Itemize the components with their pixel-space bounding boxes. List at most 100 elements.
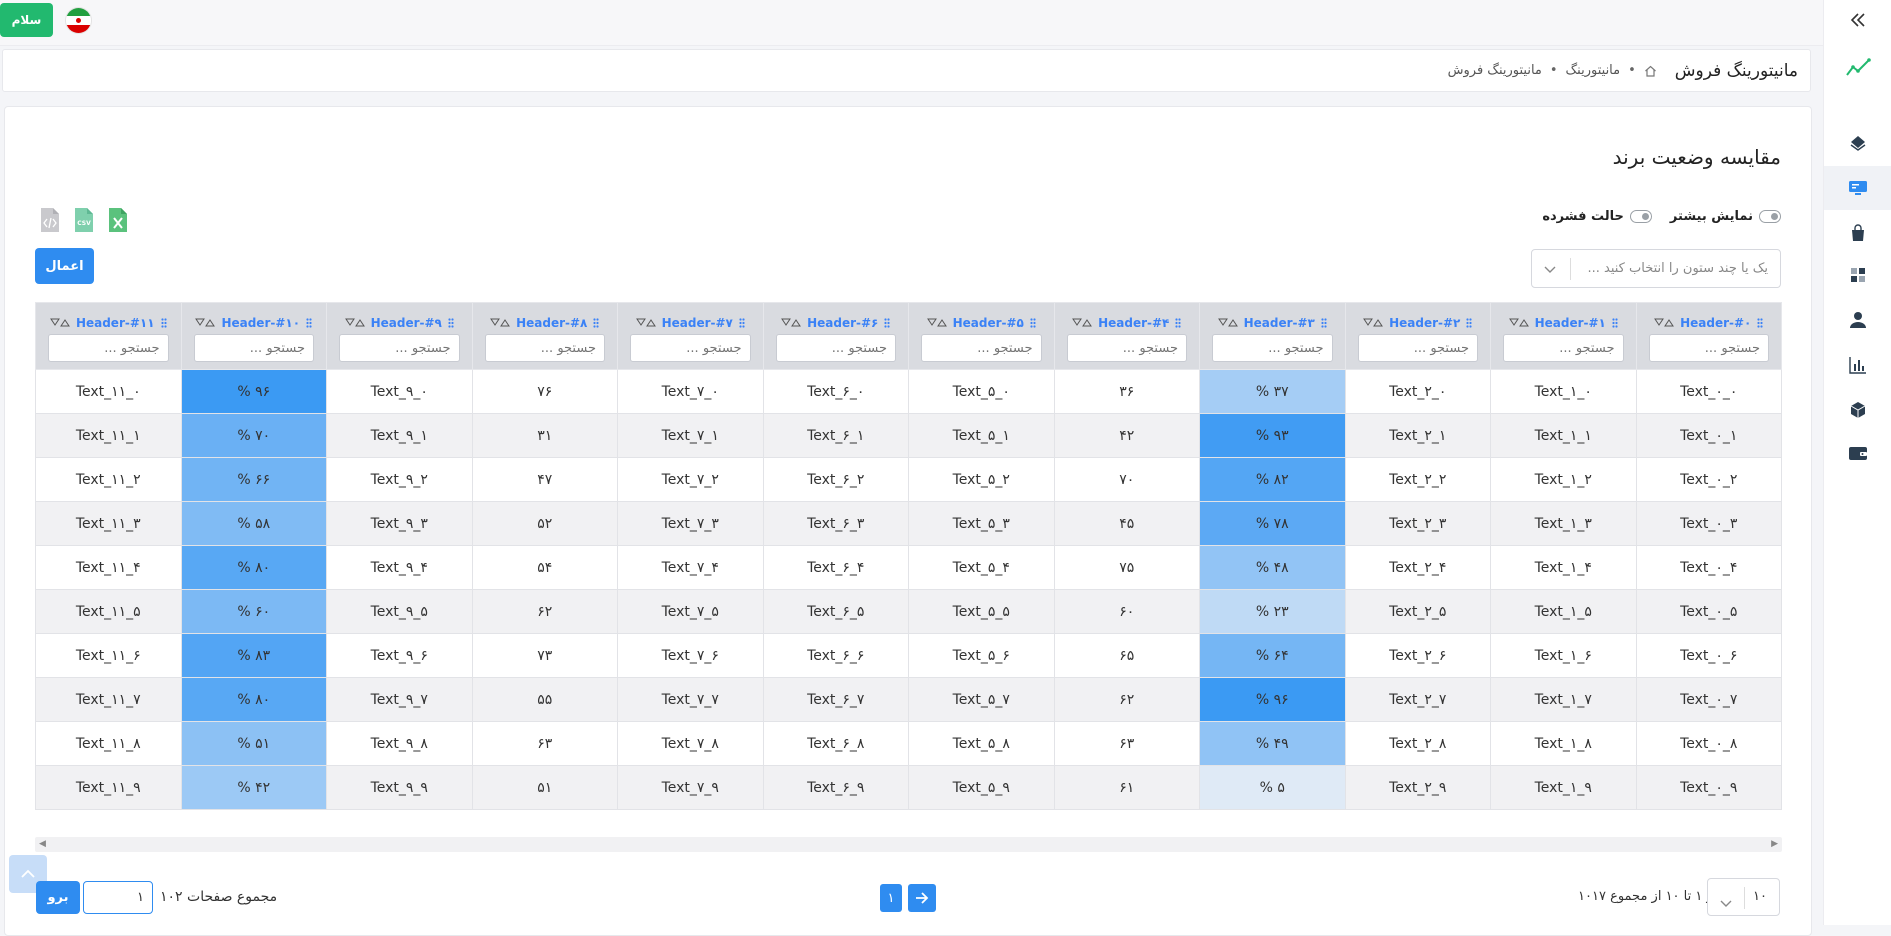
apply-button[interactable]: اعمال xyxy=(35,248,94,284)
iran-flag-icon[interactable] xyxy=(65,7,92,34)
sort-icon[interactable] xyxy=(781,318,802,327)
box-icon[interactable] xyxy=(1824,390,1891,430)
sort-icon[interactable] xyxy=(1363,318,1384,327)
scroll-right-icon[interactable]: ▶ xyxy=(1771,839,1778,849)
table-row[interactable]: Text_۰_۱ Text_۱_۱ Text_۲_۱ ۹۳ % ۴۲ Text_۵_۱ Te… xyxy=(35,413,1782,458)
drag-handle-icon[interactable] xyxy=(448,313,454,332)
drag-handle-icon[interactable] xyxy=(1757,313,1763,332)
per-page-select[interactable]: ۱۰ xyxy=(1707,878,1780,916)
table-row[interactable]: Text_۰_۴ Text_۱_۴ Text_۲_۴ ۴۸ % ۷۵ Text_۵_۴ Te… xyxy=(35,545,1782,590)
column-search-input[interactable] xyxy=(193,334,314,362)
column-header[interactable]: Header-#۱۰ xyxy=(180,302,327,370)
column-header[interactable]: Header-#۷ xyxy=(617,302,764,370)
column-search-input[interactable] xyxy=(1503,334,1624,362)
next-page-button[interactable] xyxy=(908,884,936,912)
drag-handle-icon[interactable] xyxy=(739,313,745,332)
drag-handle-icon[interactable] xyxy=(1321,313,1327,332)
column-header[interactable]: Header-#۵ xyxy=(908,302,1055,370)
breadcrumb-item[interactable]: مانیتورینگ xyxy=(1566,63,1621,78)
code-file-icon[interactable] xyxy=(39,206,61,234)
table-cell: Text_۱۱_۸ xyxy=(35,721,182,766)
table-cell: Text_۵_۸ xyxy=(908,721,1055,766)
sort-icon[interactable] xyxy=(635,318,656,327)
column-search-input[interactable] xyxy=(48,334,169,362)
table-cell: Text_۵_۰ xyxy=(908,369,1055,414)
table-row[interactable]: Text_۰_۹ Text_۱_۹ Text_۲_۹ ۵ % ۶۱ Text_۵_۹ Tex… xyxy=(35,765,1782,810)
goto-page-button[interactable]: برو xyxy=(36,881,80,914)
column-search-input[interactable] xyxy=(1357,334,1478,362)
collapse-chevrons-icon[interactable] xyxy=(1824,0,1891,40)
column-search-input[interactable] xyxy=(921,334,1042,362)
table-cell: Text_۲_۰ xyxy=(1344,369,1491,414)
drag-handle-icon[interactable] xyxy=(160,313,167,332)
column-select[interactable]: یک یا چند ستون را انتخاب کنید ... xyxy=(1531,249,1781,288)
drag-handle-icon[interactable] xyxy=(884,313,890,332)
drag-handle-icon[interactable] xyxy=(1175,313,1181,332)
drag-handle-icon[interactable] xyxy=(593,313,599,332)
horizontal-scrollbar[interactable]: ◀ ▶ xyxy=(35,837,1782,852)
column-header[interactable]: Header-#۲ xyxy=(1344,302,1491,370)
column-search-input[interactable] xyxy=(484,334,605,362)
column-header[interactable]: Header-#۸ xyxy=(471,302,618,370)
greeting-button[interactable]: سلام xyxy=(0,3,53,37)
wallet-icon[interactable] xyxy=(1824,433,1891,473)
sort-icon[interactable] xyxy=(926,318,947,327)
page-button-current[interactable]: ۱ xyxy=(880,884,902,912)
table-row[interactable]: Text_۰_۰ Text_۱_۰ Text_۲_۰ ۳۷ % ۳۶ Text_۵_۰ Te… xyxy=(35,369,1782,414)
column-search-input[interactable] xyxy=(1066,334,1187,362)
table-row[interactable]: Text_۰_۷ Text_۱_۷ Text_۲_۷ ۹۶ % ۶۲ Text_۵_۷ Te… xyxy=(35,677,1782,722)
sort-icon[interactable] xyxy=(50,318,70,327)
table-row[interactable]: Text_۰_۵ Text_۱_۵ Text_۲_۵ ۲۳ % ۶۰ Text_۵_۵ Te… xyxy=(35,589,1782,634)
user-icon[interactable] xyxy=(1824,300,1891,340)
column-search-input[interactable] xyxy=(630,334,751,362)
column-header[interactable]: Header-#۹ xyxy=(326,302,473,370)
table-cell: ۷۰ xyxy=(1053,457,1200,502)
drag-handle-icon[interactable] xyxy=(1612,313,1618,332)
column-header[interactable]: Header-#۳ xyxy=(1199,302,1346,370)
shopping-bag-icon[interactable] xyxy=(1824,213,1891,253)
toggle-show-more[interactable]: نمایش بیشتر xyxy=(1670,209,1781,224)
column-header[interactable]: Header-#۱۱ xyxy=(35,302,182,370)
column-header[interactable]: Header-#۶ xyxy=(762,302,909,370)
column-search-input[interactable] xyxy=(1212,334,1333,362)
column-header[interactable]: Header-#۰ xyxy=(1635,302,1782,370)
trend-line-icon[interactable] xyxy=(1824,48,1891,88)
toggle-compact[interactable]: حالت فشرده xyxy=(1542,209,1652,224)
column-search-input[interactable] xyxy=(1648,334,1769,362)
scroll-left-icon[interactable]: ◀ xyxy=(39,839,46,849)
chevron-down-icon[interactable] xyxy=(1720,893,1732,912)
toggle-switch[interactable] xyxy=(1759,210,1781,223)
chevron-down-icon[interactable] xyxy=(1544,263,1556,278)
grid-icon[interactable] xyxy=(1824,255,1891,295)
csv-file-icon[interactable]: CSV xyxy=(73,206,95,234)
sort-icon[interactable] xyxy=(1217,318,1238,327)
page-number-input[interactable] xyxy=(83,881,153,914)
table-row[interactable]: Text_۰_۶ Text_۱_۶ Text_۲_۶ ۶۴ % ۶۵ Text_۵_۶ Te… xyxy=(35,633,1782,678)
table-row[interactable]: Text_۰_۸ Text_۱_۸ Text_۲_۸ ۴۹ % ۶۳ Text_۵_۸ Te… xyxy=(35,721,1782,766)
bar-chart-icon[interactable] xyxy=(1824,345,1891,385)
table-cell: Text_۷_۱ xyxy=(617,413,764,458)
home-icon[interactable] xyxy=(1644,65,1657,77)
excel-file-icon[interactable] xyxy=(107,206,129,234)
layers-icon[interactable] xyxy=(1824,123,1891,163)
table-cell: Text_۹_۹ xyxy=(326,765,473,810)
sort-icon[interactable] xyxy=(195,318,216,327)
sort-icon[interactable] xyxy=(344,318,365,327)
monitor-icon[interactable] xyxy=(1824,166,1891,210)
breadcrumb-item[interactable]: مانیتورینگ فروش xyxy=(1448,63,1542,78)
sort-icon[interactable] xyxy=(1654,318,1675,327)
drag-handle-icon[interactable] xyxy=(1030,313,1036,332)
sort-icon[interactable] xyxy=(1508,318,1529,327)
column-header[interactable]: Header-#۱ xyxy=(1490,302,1637,370)
table-cell: Text_۲_۲ xyxy=(1344,457,1491,502)
table-row[interactable]: Text_۰_۲ Text_۱_۲ Text_۲_۲ ۸۲ % ۷۰ Text_۵_۲ Te… xyxy=(35,457,1782,502)
drag-handle-icon[interactable] xyxy=(306,313,312,332)
table-row[interactable]: Text_۰_۳ Text_۱_۳ Text_۲_۳ ۷۸ % ۴۵ Text_۵_۳ Te… xyxy=(35,501,1782,546)
column-search-input[interactable] xyxy=(775,334,896,362)
drag-handle-icon[interactable] xyxy=(1466,313,1472,332)
toggle-switch[interactable] xyxy=(1629,210,1652,223)
sort-icon[interactable] xyxy=(490,318,511,327)
sort-icon[interactable] xyxy=(1072,318,1093,327)
column-search-input[interactable] xyxy=(339,334,460,362)
column-header[interactable]: Header-#۴ xyxy=(1053,302,1200,370)
